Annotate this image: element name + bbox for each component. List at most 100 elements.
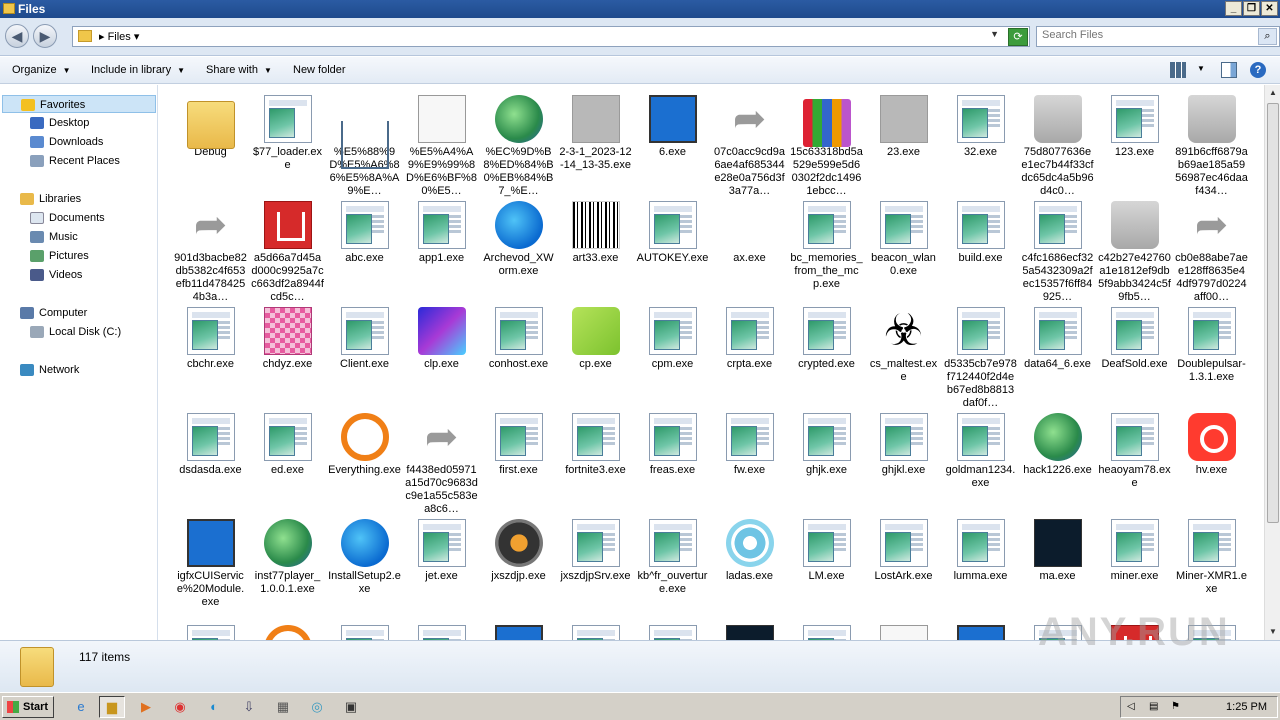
file-item[interactable]: bc_memories_from_the_mcp.exe <box>788 197 865 303</box>
file-item[interactable]: miner.exe <box>1096 515 1173 621</box>
file-item[interactable]: c4fc1686ecf325a5432309a2fec15357f6ff8492… <box>1019 197 1096 303</box>
file-item[interactable]: Archevod_XWorm.exe <box>480 197 557 303</box>
search-box[interactable]: ⌕ <box>1036 26 1280 47</box>
file-item[interactable]: jxszdjpSrv.exe <box>557 515 634 621</box>
volume-icon[interactable]: ◁ <box>1127 701 1139 713</box>
ie-icon[interactable]: e <box>68 696 94 718</box>
breadcrumb[interactable]: ▸ Files ▾ <box>99 30 139 43</box>
search-input[interactable] <box>1042 29 1242 41</box>
file-item[interactable]: ma.exe <box>1019 515 1096 621</box>
file-item[interactable]: LostArk.exe <box>865 515 942 621</box>
file-item[interactable] <box>942 621 1019 640</box>
file-item[interactable]: 75d8077636ee1ec7b44f33cfdc65dc4a5b96d4c0… <box>1019 91 1096 197</box>
search-icon[interactable]: ⌕ <box>1258 28 1277 45</box>
file-item[interactable]: first.exe <box>480 409 557 515</box>
archive-icon[interactable]: ▦ <box>270 696 296 718</box>
file-item[interactable]: Everything.exe <box>326 409 403 515</box>
minimize-button[interactable]: _ <box>1225 1 1242 16</box>
vertical-scrollbar[interactable]: ▲ ▼ <box>1264 85 1280 640</box>
file-item[interactable]: Client.exe <box>326 303 403 409</box>
file-item[interactable]: ➦ 07c0acc9cd9a6ae4af685344e28e0a756d3f3a7… <box>711 91 788 197</box>
file-item[interactable]: LM.exe <box>788 515 865 621</box>
nav-downloads[interactable]: Downloads <box>30 133 103 151</box>
file-item[interactable]: ed.exe <box>249 409 326 515</box>
chrome-icon[interactable]: ◉ <box>167 696 193 718</box>
file-item[interactable]: lumma.exe <box>942 515 1019 621</box>
file-item[interactable]: chdyz.exe <box>249 303 326 409</box>
file-item[interactable]: a5d66a7d45ad000c9925a7cc663df2a8944fcd5c… <box>249 197 326 303</box>
file-item[interactable]: Doublepulsar-1.3.1.exe <box>1173 303 1250 409</box>
nav-documents[interactable]: Documents <box>30 209 105 227</box>
nav-favorites[interactable]: Favorites <box>2 95 156 113</box>
file-item[interactable]: ➦ cb0e88abe7aee128ff8635e44df9797d0224aff… <box>1173 197 1250 303</box>
file-item[interactable] <box>865 621 942 640</box>
flag-icon[interactable]: ⚑ <box>1171 701 1183 713</box>
file-item[interactable]: freas.exe <box>634 409 711 515</box>
file-item[interactable]: conhost.exe <box>480 303 557 409</box>
file-item[interactable]: Debug <box>172 91 249 197</box>
file-item[interactable]: fortnite3.exe <box>557 409 634 515</box>
nav-music[interactable]: Music <box>30 228 78 246</box>
preview-pane-icon[interactable] <box>1221 62 1237 78</box>
file-item[interactable]: crpta.exe <box>711 303 788 409</box>
file-item[interactable]: ghjkl.exe <box>865 409 942 515</box>
file-item[interactable]: 2-3-1_2023-12-14_13-35.exe <box>557 91 634 197</box>
file-item[interactable]: crypted.exe <box>788 303 865 409</box>
address-dropdown[interactable]: ▼ <box>990 29 999 39</box>
app-icon[interactable]: ▣ <box>338 696 364 718</box>
network-tray-icon[interactable]: ▤ <box>1149 701 1161 713</box>
nav-pictures[interactable]: Pictures <box>30 247 89 265</box>
nav-computer[interactable]: Computer <box>20 304 87 322</box>
nav-recent-places[interactable]: Recent Places <box>30 152 120 170</box>
help-icon[interactable]: ? <box>1250 62 1266 78</box>
file-item[interactable]: cp.exe <box>557 303 634 409</box>
nav-videos[interactable]: Videos <box>30 266 82 284</box>
address-box[interactable]: ▸ Files ▾ ▼ <box>72 26 1030 47</box>
file-item[interactable]: hack1226.exe <box>1019 409 1096 515</box>
refresh-button[interactable]: ⟳ <box>1008 28 1028 46</box>
file-item[interactable]: ghjk.exe <box>788 409 865 515</box>
file-item[interactable]: jxszdjp.exe <box>480 515 557 621</box>
file-item[interactable]: 123.exe <box>1096 91 1173 197</box>
file-view[interactable]: Debug $77_loader.exe %E5%88%9D%E5%A6%86%E5… <box>160 85 1264 640</box>
restore-button[interactable]: ❐ <box>1243 1 1260 16</box>
file-item[interactable]: jet.exe <box>403 515 480 621</box>
file-item[interactable]: abc.exe <box>326 197 403 303</box>
share-with-button[interactable]: Share with ▼ <box>206 64 272 76</box>
file-item[interactable]: igfxCUIService%20Module.exe <box>172 515 249 621</box>
scroll-down-button[interactable]: ▼ <box>1265 624 1280 640</box>
back-button[interactable]: ◀ <box>5 24 29 48</box>
nav-libraries[interactable]: Libraries <box>20 190 81 208</box>
file-item[interactable]: 32.exe <box>942 91 1019 197</box>
media-player-icon[interactable]: ▶ <box>133 696 159 718</box>
file-item[interactable]: app1.exe <box>403 197 480 303</box>
file-item[interactable]: $77_loader.exe <box>249 91 326 197</box>
forward-button[interactable]: ▶ <box>33 24 57 48</box>
file-item[interactable]: clp.exe <box>403 303 480 409</box>
file-item[interactable]: art33.exe <box>557 197 634 303</box>
file-item[interactable]: Miner-XMR1.exe <box>1173 515 1250 621</box>
file-item[interactable] <box>711 621 788 640</box>
nav-local-disk[interactable]: Local Disk (C:) <box>30 323 121 341</box>
file-item[interactable]: goldman1234.exe <box>942 409 1019 515</box>
file-item[interactable]: fw.exe <box>711 409 788 515</box>
file-item[interactable]: c42b27e42760a1e1812ef9db5f9abb3424c5f9fb… <box>1096 197 1173 303</box>
file-item[interactable]: dsdasda.exe <box>172 409 249 515</box>
file-item[interactable] <box>480 621 557 640</box>
file-item[interactable] <box>634 621 711 640</box>
include-in-library-button[interactable]: Include in library ▼ <box>91 64 185 76</box>
view-dropdown-icon[interactable]: ▼ <box>1197 64 1205 73</box>
file-item[interactable]: %E5%A4%A9%E9%99%8D%E6%BF%80%E5… <box>403 91 480 197</box>
start-button[interactable]: Start <box>2 696 54 718</box>
file-item[interactable]: ladas.exe <box>711 515 788 621</box>
file-item[interactable]: %E5%88%9D%E5%A6%86%E5%8A%A9%E… <box>326 91 403 197</box>
nav-network[interactable]: Network <box>20 361 79 379</box>
download-icon[interactable]: ⇩ <box>236 696 262 718</box>
file-item[interactable]: hv.exe <box>1173 409 1250 515</box>
new-folder-button[interactable]: New folder <box>293 64 346 76</box>
file-item[interactable]: build.exe <box>942 197 1019 303</box>
clock[interactable]: 1:25 PM <box>1226 701 1267 713</box>
file-item[interactable]: beacon_wlan0.exe <box>865 197 942 303</box>
file-item[interactable] <box>403 621 480 640</box>
disc-icon[interactable]: ◎ <box>304 696 330 718</box>
